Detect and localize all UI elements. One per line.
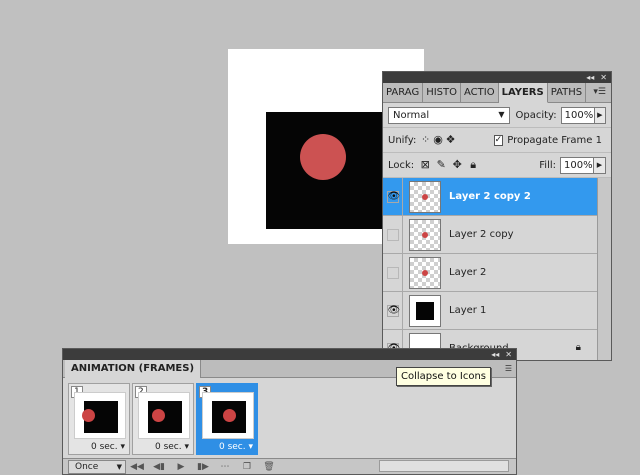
layer-name: Layer 2 copy 2 xyxy=(449,191,531,202)
unify-label: Unify: xyxy=(388,134,417,146)
animation-panel-titlebar[interactable]: ◂◂ ✕ xyxy=(63,349,516,360)
duplicate-frame-icon[interactable]: ❐ xyxy=(236,462,258,472)
blend-mode-value: Normal xyxy=(393,109,430,121)
layer-row[interactable]: 👁︎ Layer 2 copy 2 xyxy=(383,177,611,216)
layer-thumbnail xyxy=(409,218,441,251)
tab-paths[interactable]: PATHS xyxy=(548,83,587,102)
layer-name: Layer 2 copy xyxy=(449,229,514,240)
layer-thumbnail xyxy=(409,180,441,213)
lock-label: Lock: xyxy=(388,159,415,171)
unify-visibility-icon[interactable]: ◉ xyxy=(433,133,443,147)
panel-menu-icon[interactable]: ☰ xyxy=(505,364,512,373)
close-icon[interactable]: ✕ xyxy=(505,349,512,360)
layers-scrollbar[interactable] xyxy=(597,178,611,360)
tween-icon[interactable]: ⋯ xyxy=(214,462,236,472)
frame-thumbnail xyxy=(138,392,190,439)
fill-field[interactable]: 100% xyxy=(560,156,594,174)
frame-delay[interactable]: 0 sec. ▾ xyxy=(219,442,253,452)
fill-label: Fill: xyxy=(539,159,556,171)
frame-thumbnail xyxy=(74,392,126,439)
lock-all-icon[interactable]: 🔒︎ xyxy=(466,158,480,172)
panel-menu-icon[interactable]: ▾☰ xyxy=(593,87,606,97)
unify-style-icon[interactable]: ❖ xyxy=(445,133,456,147)
visibility-toggle[interactable] xyxy=(386,266,399,279)
lock-fill-row: Lock: ⊠ ✎ ✥ 🔒︎ Fill: 100% ▶ xyxy=(383,153,611,178)
tooltip: Collapse to Icons xyxy=(396,367,492,386)
loop-value: Once xyxy=(75,461,99,472)
tab-animation-frames[interactable]: ANIMATION (FRAMES) xyxy=(65,360,202,378)
collapse-arrows-icon[interactable]: ◂◂ xyxy=(491,349,499,360)
first-frame-icon[interactable]: ◀◀ xyxy=(126,462,148,472)
layers-panel: ◂◂ ✕ PARAG HISTO ACTIO LAYERS PATHS ▾☰ N… xyxy=(382,71,612,361)
tab-actions[interactable]: ACTIO xyxy=(461,83,499,102)
lock-transparency-icon[interactable]: ⊠ xyxy=(418,158,432,172)
visibility-toggle[interactable] xyxy=(386,228,399,241)
eye-icon[interactable]: 👁︎ xyxy=(386,190,400,203)
frame-thumbnail xyxy=(202,392,254,439)
unify-position-icon[interactable]: ⁘ xyxy=(420,133,430,147)
frames-scrollbar[interactable] xyxy=(379,460,509,472)
delete-frame-icon[interactable]: 🗑︎ xyxy=(258,462,280,472)
layers-panel-tabs: PARAG HISTO ACTIO LAYERS PATHS ▾☰ xyxy=(383,83,611,103)
lock-icon: 🔒︎ xyxy=(575,342,581,353)
canvas-black-square xyxy=(266,112,386,229)
eye-icon[interactable]: 👁︎ xyxy=(386,304,400,317)
layer-thumbnail xyxy=(409,294,441,327)
opacity-arrow-button[interactable]: ▶ xyxy=(594,106,606,124)
loop-select[interactable]: Once ▼ xyxy=(68,459,126,474)
chevron-down-icon: ▼ xyxy=(498,109,505,119)
animation-frame[interactable]: 1 0 sec. ▾ xyxy=(68,383,130,455)
propagate-checkbox[interactable]: ✓ xyxy=(493,134,504,146)
tab-layers[interactable]: LAYERS xyxy=(498,83,548,103)
unify-row: Unify: ⁘ ◉ ❖ ✓ Propagate Frame 1 xyxy=(383,128,611,153)
tab-history[interactable]: HISTO xyxy=(423,83,461,102)
layer-name: Layer 1 xyxy=(449,305,487,316)
collapse-arrows-icon[interactable]: ◂◂ xyxy=(586,72,594,83)
layers-list: 👁︎ Layer 2 copy 2 Layer 2 copy Layer 2 👁… xyxy=(383,177,611,360)
frame-delay[interactable]: 0 sec. ▾ xyxy=(155,442,189,452)
previous-frame-icon[interactable]: ◀▮ xyxy=(148,462,170,472)
layer-row[interactable]: 👁︎ Layer 1 xyxy=(383,291,611,330)
layer-row[interactable]: Layer 2 copy xyxy=(383,215,611,254)
blend-opacity-row: Normal ▼ Opacity: 100% ▶ xyxy=(383,103,611,128)
chevron-down-icon: ▼ xyxy=(116,462,122,471)
play-icon[interactable]: ▶ xyxy=(170,462,192,472)
blend-mode-select[interactable]: Normal ▼ xyxy=(388,106,510,124)
layers-panel-titlebar[interactable]: ◂◂ ✕ xyxy=(383,72,611,83)
layer-name: Layer 2 xyxy=(449,267,487,278)
animation-toolbar: Once ▼ ◀◀ ◀▮ ▶ ▮▶ ⋯ ❐ 🗑︎ xyxy=(63,458,516,474)
opacity-label: Opacity: xyxy=(515,109,557,121)
tab-paragraph[interactable]: PARAG xyxy=(383,83,424,102)
lock-paint-icon[interactable]: ✎ xyxy=(434,158,448,172)
fill-arrow-button[interactable]: ▶ xyxy=(594,156,606,174)
next-frame-icon[interactable]: ▮▶ xyxy=(192,462,214,472)
lock-move-icon[interactable]: ✥ xyxy=(450,158,464,172)
layer-thumbnail xyxy=(409,256,441,289)
animation-frame[interactable]: 2 0 sec. ▾ xyxy=(132,383,194,455)
animation-frame[interactable]: 3 0 sec. ▾ xyxy=(196,383,258,455)
opacity-field[interactable]: 100% xyxy=(560,106,595,124)
frame-delay[interactable]: 0 sec. ▾ xyxy=(91,442,125,452)
layer-row[interactable]: Layer 2 xyxy=(383,253,611,292)
close-icon[interactable]: ✕ xyxy=(600,72,607,83)
canvas-red-dot xyxy=(300,134,346,180)
propagate-label: Propagate Frame 1 xyxy=(507,134,602,146)
frames-strip: 1 0 sec. ▾ 2 0 sec. ▾ 3 0 sec. ▾ xyxy=(68,383,260,458)
